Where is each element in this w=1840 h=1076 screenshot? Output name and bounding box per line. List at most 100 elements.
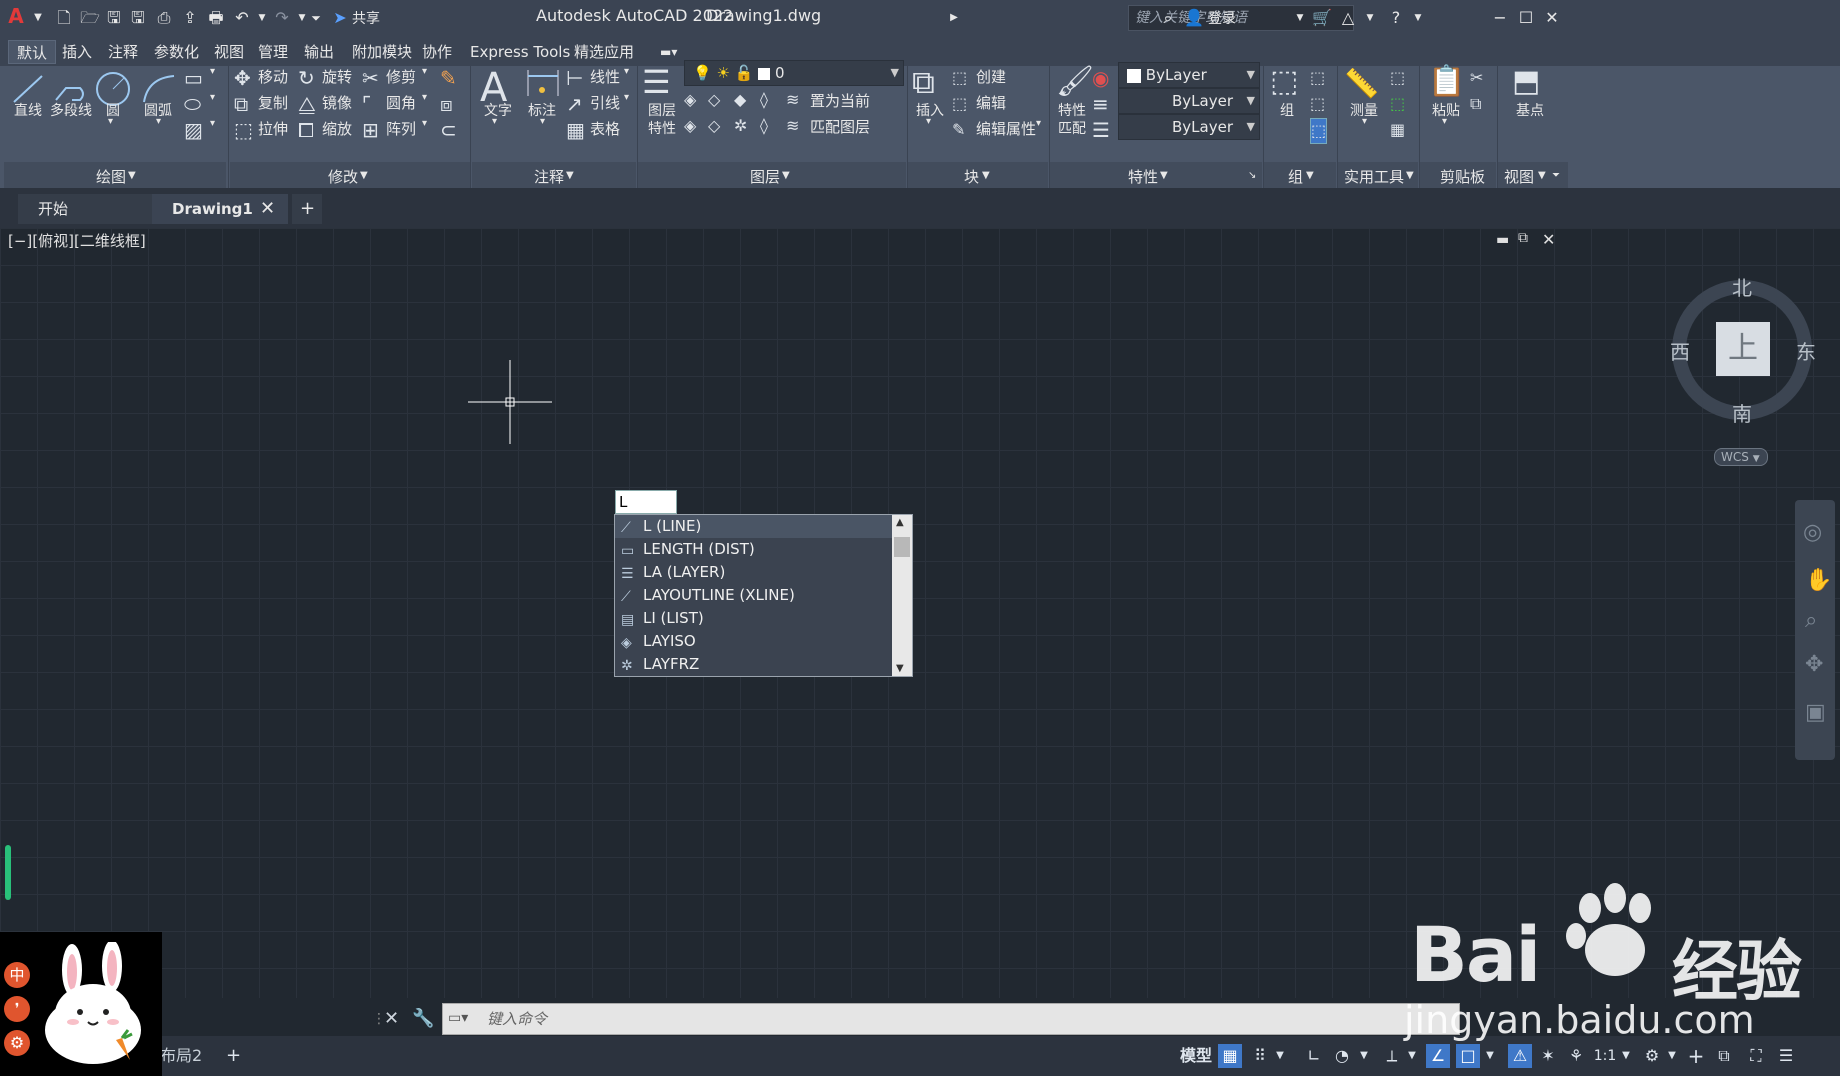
paste-icon[interactable]: 📋: [1428, 62, 1465, 102]
text-tool-label[interactable]: 文字: [484, 100, 512, 120]
viewcube-west[interactable]: 西: [1670, 336, 1690, 365]
customize-wrench-icon[interactable]: 🔧: [412, 1003, 434, 1035]
scroll-thumb[interactable]: [894, 537, 910, 557]
layer-off-icon[interactable]: ◈: [684, 88, 696, 112]
save-icon[interactable]: 🖫: [104, 8, 124, 28]
ime-settings-icon[interactable]: ⚙: [4, 1030, 30, 1056]
viewport-label[interactable]: [−][俯视][二维线框]: [8, 230, 146, 251]
hatch-tool-icon[interactable]: ▨: [184, 118, 203, 142]
view-group-expand-icon[interactable]: ▼: [1538, 170, 1546, 181]
rectangle-tool-icon[interactable]: ▭: [184, 66, 203, 90]
circle-dropdown-icon[interactable]: ▾: [108, 116, 113, 127]
help-dropdown-icon[interactable]: ▼: [1408, 8, 1428, 28]
new-file-icon[interactable]: 🗋: [54, 8, 74, 28]
login-button[interactable]: 登录: [1208, 8, 1236, 28]
erase-icon[interactable]: ✎: [440, 66, 457, 90]
customization-menu-icon[interactable]: ☰: [1774, 1044, 1798, 1068]
customize-toolbar-icon[interactable]: ⏷: [306, 8, 326, 28]
leader-icon[interactable]: ↗: [566, 92, 583, 116]
user-icon[interactable]: 👤: [1184, 8, 1204, 28]
array-icon[interactable]: ⊞: [362, 118, 379, 142]
block-group-expand-icon[interactable]: ▼: [982, 170, 990, 181]
share-button[interactable]: 共享: [352, 8, 380, 28]
isodraft-icon[interactable]: ⟂: [1380, 1044, 1404, 1068]
app-menu-chevron-icon[interactable]: ▼: [28, 8, 48, 28]
utilities-group-title[interactable]: 实用工具: [1344, 166, 1404, 187]
linetype-icon[interactable]: ☰: [1092, 118, 1110, 142]
close-window-icon[interactable]: ✕: [1542, 8, 1562, 28]
login-dropdown-icon[interactable]: ▼: [1290, 8, 1310, 28]
tab-featured-apps[interactable]: 精选应用: [566, 40, 642, 64]
workspace-gear-icon[interactable]: ⚙: [1640, 1044, 1664, 1068]
match-properties-label-2[interactable]: 匹配: [1058, 118, 1086, 138]
hatch-dropdown-icon[interactable]: ▾: [210, 118, 215, 129]
utilities-group-expand-icon[interactable]: ▼: [1406, 170, 1414, 181]
layer-on-icon[interactable]: ◈: [684, 114, 696, 138]
tab-start[interactable]: 开始: [18, 194, 156, 224]
edit-attributes-dropdown-icon[interactable]: ▾: [1036, 118, 1041, 129]
model-space-button[interactable]: 模型: [1176, 1044, 1216, 1068]
autocomplete-item[interactable]: ⟋ L (LINE): [615, 515, 893, 538]
layer-properties-label-1[interactable]: 图层: [648, 100, 676, 120]
osnap-dropdown-icon[interactable]: ▼: [1484, 1044, 1496, 1068]
undo-dropdown-icon[interactable]: ▼: [252, 8, 272, 28]
ellipse-dropdown-icon[interactable]: ▾: [210, 92, 215, 103]
annotation-group-expand-icon[interactable]: ▼: [566, 170, 574, 181]
tab-default[interactable]: 默认: [8, 40, 57, 64]
autocomplete-item[interactable]: ▤ LI (LIST): [615, 607, 893, 630]
measure-dropdown-icon[interactable]: ▾: [1362, 116, 1367, 127]
match-properties-icon[interactable]: 🖌: [1056, 62, 1094, 102]
auto-scale-icon[interactable]: ✶: [1536, 1044, 1560, 1068]
new-tab-icon[interactable]: +: [292, 194, 322, 224]
group-label[interactable]: 组: [1280, 100, 1294, 120]
layer-properties-icon[interactable]: ☰: [642, 62, 671, 102]
layer-properties-label-2[interactable]: 特性: [648, 118, 676, 138]
tab-manage[interactable]: 管理: [250, 40, 296, 64]
linetype-dropdown[interactable]: ByLayer ▼: [1118, 114, 1260, 140]
layer-lock-icon[interactable]: ◊: [760, 88, 768, 112]
close-tab-icon[interactable]: ✕: [256, 194, 275, 224]
layer-isolate-icon[interactable]: ◇: [708, 88, 720, 112]
tab-addins[interactable]: 附加模块: [344, 40, 420, 64]
plot-icon[interactable]: 🖶: [206, 8, 226, 28]
snap-mode-icon[interactable]: ⠿: [1248, 1044, 1272, 1068]
ime-chinese-toggle[interactable]: 中: [4, 962, 30, 988]
table-icon[interactable]: ▦: [566, 118, 585, 142]
layer-thaw-icon[interactable]: ✲: [734, 114, 747, 138]
modify-group-expand-icon[interactable]: ▼: [360, 170, 368, 181]
match-layer-label[interactable]: 匹配图层: [810, 116, 870, 137]
viewcube-south[interactable]: 南: [1732, 398, 1752, 427]
copy-clip-icon[interactable]: ⧉: [1470, 92, 1481, 116]
redo-icon[interactable]: ↷: [272, 8, 292, 28]
search-icon[interactable]: ⌕: [1158, 8, 1178, 28]
save-as-icon[interactable]: 🖫: [128, 8, 148, 28]
groups-group-title[interactable]: 组: [1288, 166, 1303, 187]
clipboard-group-title[interactable]: 剪贴板: [1440, 166, 1485, 187]
autocomplete-scrollbar[interactable]: ▲ ▼: [892, 515, 912, 676]
mirror-label[interactable]: 镜像: [322, 92, 352, 113]
ellipse-tool-icon[interactable]: ⬭: [184, 92, 201, 116]
viewport-close-icon[interactable]: ✕: [1542, 230, 1555, 249]
clean-screen-icon[interactable]: ⛶: [1744, 1044, 1768, 1068]
viewcube-east[interactable]: 东: [1796, 336, 1816, 365]
match-layer-icon[interactable]: ≋: [786, 114, 799, 138]
make-current-icon[interactable]: ≋: [786, 88, 799, 112]
group-selection-icon[interactable]: ⬚: [1310, 118, 1328, 144]
group-edit-icon[interactable]: ⬚: [1310, 92, 1325, 116]
scale-icon[interactable]: ⧠: [298, 118, 314, 142]
cut-icon[interactable]: ✂: [1470, 66, 1483, 90]
trim-label[interactable]: 修剪: [386, 66, 416, 87]
cart-icon[interactable]: 🛒: [1312, 8, 1332, 28]
tab-annotate[interactable]: 注释: [100, 40, 146, 64]
modify-group-title[interactable]: 修改: [328, 166, 358, 187]
tab-collaborate[interactable]: 协作: [414, 40, 460, 64]
trim-dropdown-icon[interactable]: ▾: [422, 66, 427, 77]
arc-dropdown-icon[interactable]: ▾: [156, 116, 161, 127]
edit-block-icon[interactable]: ⬚: [952, 92, 967, 116]
help-icon[interactable]: ?: [1386, 8, 1406, 28]
tab-express-tools[interactable]: Express Tools: [462, 40, 578, 64]
fillet-dropdown-icon[interactable]: ▾: [422, 92, 427, 103]
layer-unlock-icon[interactable]: ◊: [760, 114, 768, 138]
object-snap-tracking-icon[interactable]: ∠: [1426, 1044, 1450, 1068]
orbit-icon[interactable]: ✥: [1805, 652, 1823, 677]
